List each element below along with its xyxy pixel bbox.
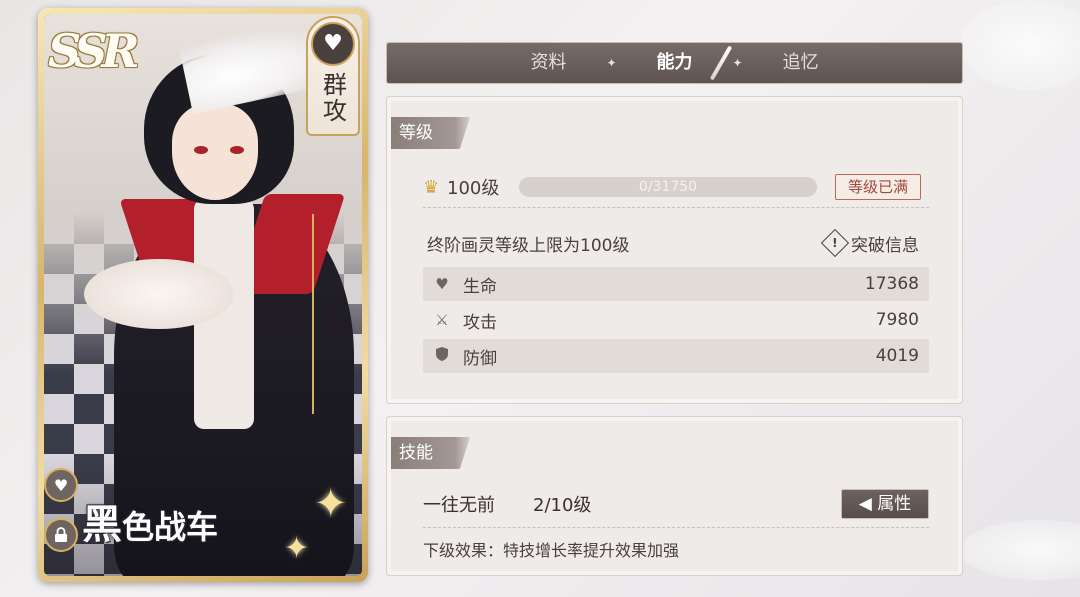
tab-separator: ✦	[606, 56, 617, 70]
stat-left: ⚔ 攻击	[433, 308, 497, 333]
level-cap-text: 终阶画灵等级上限为100级	[427, 235, 630, 256]
heart-pulse-icon: ♥	[311, 22, 355, 66]
stat-row-attack: ⚔ 攻击 7980	[423, 303, 929, 337]
attribute-button-label: 属性	[877, 494, 912, 514]
attribute-button[interactable]: ◀ 属性	[841, 489, 929, 519]
tab-separator: ✦	[732, 56, 743, 70]
level-max-badge: 等级已满	[835, 174, 921, 200]
shield-icon-glyph	[436, 347, 448, 361]
breakthrough-label: 突破信息	[851, 235, 919, 256]
tab-profile[interactable]: 资料	[490, 42, 606, 84]
background-feather	[960, 520, 1080, 580]
gold-trim	[312, 214, 314, 414]
stat-left: ♥ 生命	[433, 272, 497, 297]
tab-memories[interactable]: 追忆	[743, 42, 859, 84]
level-cap-row: 终阶画灵等级上限为100级 ! 突破信息	[427, 228, 919, 258]
tab-label: 能力	[656, 52, 693, 73]
tab-bar: 资料 ✦ 能力 ✦ 追忆	[386, 42, 963, 84]
level-panel: 等级 ♛ 100级 0/31750 等级已满 终阶画灵等级上限为100级 ! 突…	[386, 96, 963, 404]
tab-label: 资料	[530, 52, 567, 73]
background-glow	[960, 0, 1080, 90]
character-eye-left	[194, 146, 208, 154]
exp-progress-bar: 0/31750	[519, 177, 817, 197]
card-name-rest: 色战车	[122, 508, 219, 546]
card-artwork: ✦ ✦ SSR ♥ 群攻 ♥ 黑色战车	[44, 14, 362, 576]
card-name-first: 黑	[82, 501, 122, 548]
stat-label: 防御	[463, 348, 497, 369]
character-eye-right	[230, 146, 244, 154]
swords-icon: ⚔	[435, 311, 449, 329]
quill-icon	[709, 45, 732, 81]
divider	[423, 527, 929, 528]
level-value: 100级	[447, 178, 500, 199]
skill-level: 2/10级	[533, 495, 592, 516]
card-name: 黑色战车	[82, 492, 218, 550]
favorite-heart-icon[interactable]: ♥	[44, 468, 78, 502]
stat-row-hp: ♥ 生命 17368	[423, 267, 929, 301]
tab-label: 追忆	[782, 52, 819, 73]
shield-icon	[433, 346, 451, 366]
class-label: 群攻	[318, 72, 347, 124]
exp-text: 0/31750	[638, 179, 698, 195]
level-section-title: 等级	[391, 117, 471, 149]
tab-ability[interactable]: 能力	[617, 42, 733, 84]
stat-value: 17368	[864, 274, 919, 294]
character-face	[172, 104, 258, 200]
class-badge: ♥ 群攻	[306, 16, 360, 136]
back-arrow-icon: ◀	[858, 494, 872, 514]
stat-label: 生命	[463, 276, 497, 297]
divider	[423, 207, 929, 208]
skill-effect-text: 下级效果：特技增长率提升效果加强	[423, 541, 680, 560]
character-cravat	[84, 259, 234, 329]
skill-panel: 技能 一往无前 2/10级 ◀ 属性 下级效果：特技增长率提升效果加强	[386, 416, 963, 576]
crown-icon: ♛	[423, 176, 440, 198]
lock-icon-glyph	[55, 527, 67, 542]
stat-label: 攻击	[463, 312, 497, 333]
heart-icon: ♥	[435, 275, 449, 293]
rarity-badge: SSR	[48, 24, 140, 78]
lock-icon[interactable]	[44, 518, 78, 552]
character-card[interactable]: ✦ ✦ SSR ♥ 群攻 ♥ 黑色战车	[38, 8, 368, 582]
stat-left: 防御	[433, 344, 497, 369]
skill-section-title: 技能	[391, 437, 471, 469]
skill-name: 一往无前	[423, 495, 495, 516]
skill-row: 一往无前 2/10级 ◀ 属性	[423, 489, 929, 519]
stat-value: 4019	[875, 346, 919, 366]
sparkle-icon: ✦	[314, 481, 348, 527]
level-row: ♛ 100级 0/31750 等级已满	[423, 173, 929, 201]
stat-row-defense: 防御 4019	[423, 339, 929, 373]
sparkle-icon: ✦	[284, 531, 310, 566]
breakthrough-info-button[interactable]: ! 突破信息	[820, 228, 919, 258]
stat-value: 7980	[875, 310, 919, 330]
exclamation-icon: !	[820, 228, 850, 258]
